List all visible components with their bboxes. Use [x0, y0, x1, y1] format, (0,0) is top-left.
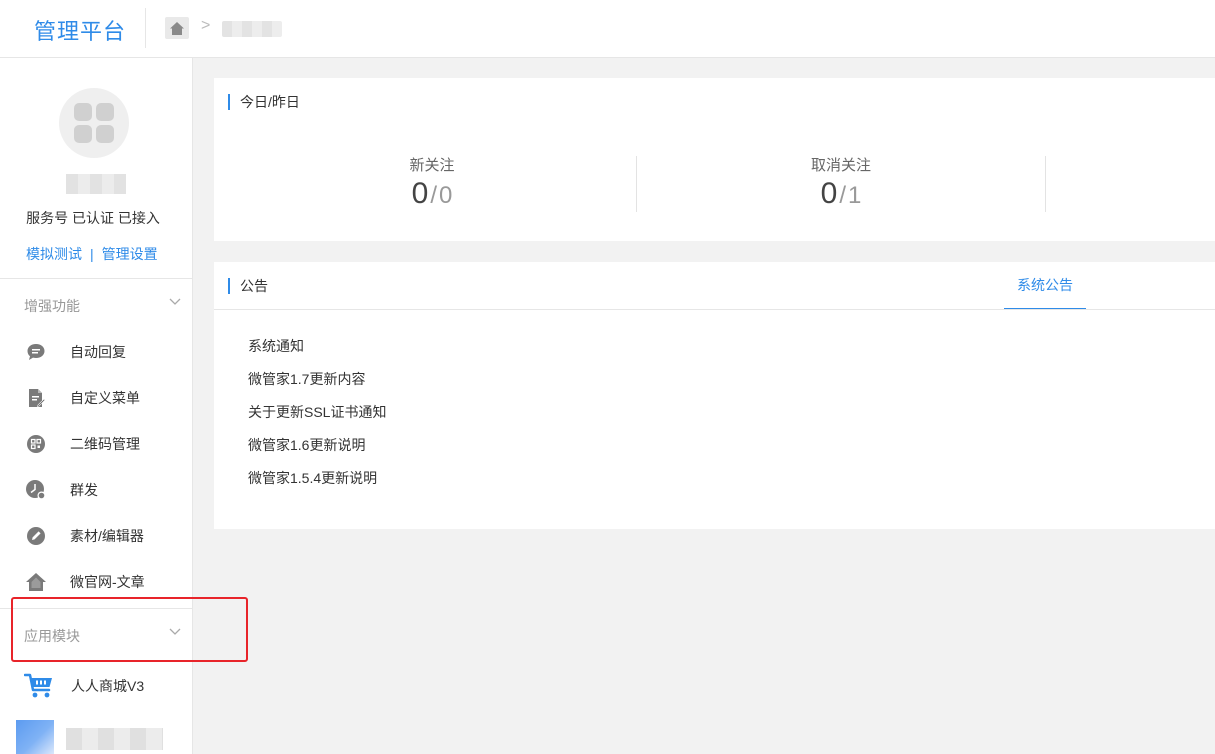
sidebar-item-auto-reply[interactable]: 自动回复 — [0, 332, 193, 372]
chevron-down-icon[interactable] — [168, 294, 182, 308]
module-icon-blurred — [16, 720, 54, 754]
stat-new-follow: 新关注 0/0 — [282, 154, 582, 211]
sidebar-item-label: 群发 — [70, 482, 98, 498]
stat-values: 0/1 — [691, 177, 991, 211]
sidebar-item-qrcode[interactable]: 二维码管理 — [0, 424, 193, 464]
document-edit-icon — [25, 387, 47, 409]
top-bar: 管理平台 > — [0, 0, 1215, 58]
breadcrumb-current-blurred — [222, 21, 282, 37]
stat-label: 新关注 — [409, 157, 455, 174]
breadcrumb-separator: > — [201, 17, 211, 34]
account-status: 服务号 已认证 已接入 — [26, 210, 160, 226]
account-avatar[interactable] — [59, 88, 129, 158]
stat-values: 0/0 — [282, 177, 582, 211]
simulate-test-link[interactable]: 模拟测试 — [26, 244, 82, 264]
home-icon — [170, 21, 184, 35]
home-icon — [25, 571, 47, 593]
sidebar-item-microsite-article[interactable]: 微官网-文章 — [0, 562, 193, 602]
sidebar-divider — [0, 278, 193, 279]
stat-divider — [636, 156, 637, 212]
notice-list: 系统通知 微管家1.7更新内容 关于更新SSL证书通知 微管家1.6更新说明 微… — [248, 336, 386, 501]
qrcode-icon — [25, 433, 47, 455]
notice-item[interactable]: 微管家1.7更新内容 — [248, 369, 386, 402]
brand-title[interactable]: 管理平台 — [34, 14, 126, 46]
notice-item[interactable]: 微管家1.6更新说明 — [248, 435, 386, 468]
stat-today-value: 0 — [411, 177, 429, 210]
notice-card-title: 公告 — [228, 278, 268, 294]
stat-divider — [1045, 156, 1046, 212]
sidebar-item-label: 微官网-文章 — [70, 574, 145, 590]
sidebar-item-material-editor[interactable]: 素材/编辑器 — [0, 516, 193, 556]
sidebar-item-label: 人人商城V3 — [71, 678, 145, 694]
stat-today-value: 0 — [820, 177, 838, 210]
highlight-box — [11, 597, 248, 662]
pencil-icon — [25, 525, 47, 547]
stat-slash: / — [430, 182, 437, 209]
sidebar-item-label: 素材/编辑器 — [70, 528, 144, 544]
sidebar-item-renren-mall[interactable]: 人人商城V3 — [0, 666, 193, 706]
app-grid-icon — [74, 103, 114, 143]
stat-yesterday-value: 1 — [848, 182, 862, 209]
chat-bubble-icon — [25, 341, 47, 363]
sidebar-item-broadcast[interactable]: 群发 — [0, 470, 193, 510]
stat-label: 取消关注 — [810, 157, 871, 174]
shopping-cart-icon — [24, 673, 54, 699]
account-links: 模拟测试 | 管理设置 — [26, 244, 158, 264]
account-name-blurred — [66, 174, 126, 194]
sidebar-item-label: 自定义菜单 — [70, 390, 140, 406]
stats-card-title: 今日/昨日 — [228, 94, 300, 110]
stats-card: 今日/昨日 新关注 0/0 取消关注 0/1 — [214, 78, 1215, 241]
stat-unfollow: 取消关注 0/1 — [691, 154, 991, 211]
tab-system-notice[interactable]: 系统公告 — [1004, 262, 1086, 310]
sidebar-item-custom-menu[interactable]: 自定义菜单 — [0, 378, 193, 418]
notice-divider — [214, 309, 1215, 310]
group-title-enhanced[interactable]: 增强功能 — [24, 296, 80, 316]
notice-item[interactable]: 系统通知 — [248, 336, 386, 369]
manage-settings-link[interactable]: 管理设置 — [102, 244, 158, 264]
stat-yesterday-value: 0 — [439, 182, 453, 209]
notice-item[interactable]: 关于更新SSL证书通知 — [248, 402, 386, 435]
sidebar-item-label: 自动回复 — [70, 344, 126, 360]
notice-card: 公告 系统公告 系统通知 微管家1.7更新内容 关于更新SSL证书通知 微管家1… — [214, 262, 1215, 529]
link-separator: | — [90, 246, 94, 262]
clock-broadcast-icon — [25, 479, 47, 501]
module-label-blurred — [66, 728, 163, 750]
stat-slash: / — [839, 182, 846, 209]
top-divider — [145, 8, 146, 48]
home-button[interactable] — [165, 17, 189, 39]
notice-item[interactable]: 微管家1.5.4更新说明 — [248, 468, 386, 501]
sidebar-item-label: 二维码管理 — [70, 436, 140, 452]
